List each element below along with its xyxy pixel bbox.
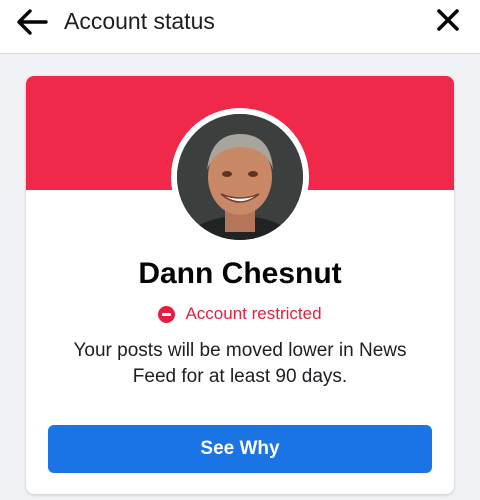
close-icon bbox=[437, 9, 459, 31]
minus-circle-icon bbox=[158, 305, 176, 323]
avatar bbox=[171, 108, 309, 246]
status-badge: Account restricted bbox=[26, 304, 454, 324]
back-button[interactable] bbox=[14, 6, 50, 38]
page-title: Account status bbox=[64, 8, 215, 34]
account-status-card: Dann Chesnut Account restricted Your pos… bbox=[26, 76, 454, 494]
see-why-button[interactable]: See Why bbox=[48, 425, 432, 473]
restriction-message: Your posts will be moved lower in News F… bbox=[73, 340, 407, 387]
status-label: Account restricted bbox=[185, 304, 322, 323]
top-bar: Account status bbox=[0, 0, 480, 54]
profile-photo bbox=[177, 114, 303, 240]
arrow-left-icon bbox=[17, 9, 48, 35]
close-button[interactable] bbox=[432, 4, 464, 36]
profile-name: Dann Chesnut bbox=[138, 257, 342, 290]
